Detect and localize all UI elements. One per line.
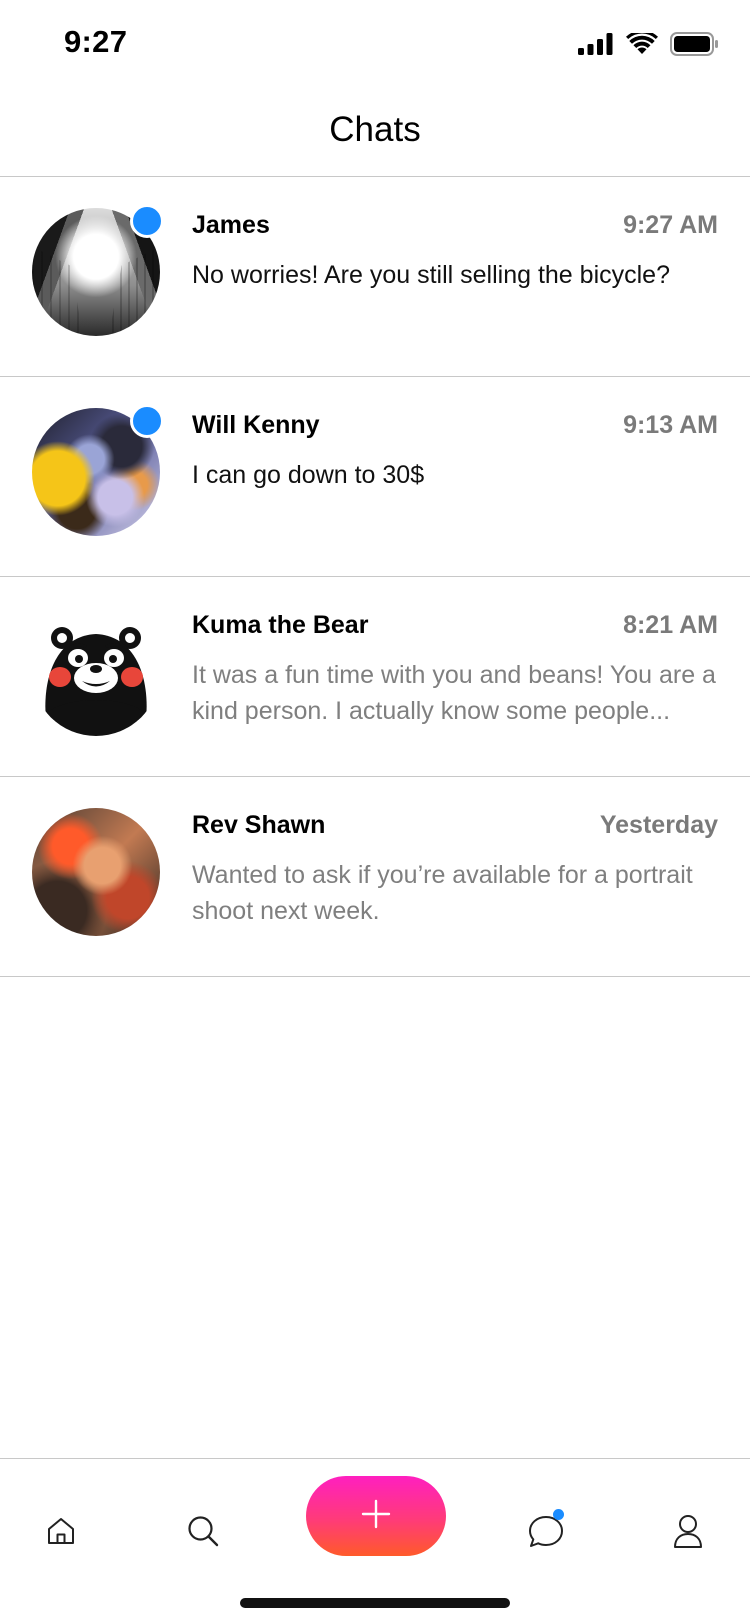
cellular-signal-icon [578, 33, 614, 60]
chat-row-will-kenny[interactable]: Will Kenny 9:13 AM I can go down to 30$ [0, 377, 750, 577]
chat-list: James 9:27 AM No worries! Are you still … [0, 177, 750, 977]
message-preview: No worries! Are you still selling the bi… [192, 261, 670, 289]
unread-indicator [130, 404, 164, 438]
tab-messages[interactable] [516, 1503, 576, 1563]
chats-screen: 9:27 Chats James 9:27 AM No worries! Are… [0, 0, 750, 1624]
contact-name: James [192, 211, 270, 239]
chat-row-kuma-the-bear[interactable]: Kuma the Bear 8:21 AM It was a fun time … [0, 577, 750, 777]
home-indicator[interactable] [240, 1598, 510, 1608]
new-post-button[interactable] [306, 1476, 446, 1556]
avatar-container [32, 204, 164, 336]
home-icon [45, 1515, 77, 1552]
message-timestamp: 9:13 AM [623, 411, 718, 439]
contact-name: Will Kenny [192, 411, 320, 439]
chat-row-rev-shawn[interactable]: Rev Shawn Yesterday Wanted to ask if you… [0, 777, 750, 977]
message-timestamp: 8:21 AM [623, 611, 718, 639]
message-timestamp: 9:27 AM [623, 211, 718, 239]
unread-indicator [130, 204, 164, 238]
wifi-icon [626, 30, 658, 60]
avatar [32, 808, 160, 936]
bear-illustration [44, 627, 148, 736]
status-bar: 9:27 [0, 0, 750, 90]
person-icon [673, 1514, 703, 1553]
message-timestamp: Yesterday [599, 811, 718, 839]
tab-search[interactable] [173, 1503, 233, 1563]
status-icons [578, 30, 718, 61]
message-preview: I can go down to 30$ [192, 461, 425, 489]
tab-profile[interactable] [658, 1503, 718, 1563]
avatar-container [32, 404, 164, 536]
search-icon [186, 1514, 220, 1553]
avatar-container [32, 808, 160, 936]
new-message-badge [553, 1509, 564, 1520]
status-time: 9:27 [64, 24, 128, 59]
contact-name: Kuma the Bear [192, 611, 369, 639]
navigation-header: Chats [0, 90, 750, 177]
avatar-container [32, 608, 160, 736]
plus-icon [361, 1499, 391, 1534]
message-preview: It was a fun time with you and beans! Yo… [192, 661, 716, 725]
battery-icon [670, 32, 718, 61]
contact-name: Rev Shawn [192, 811, 326, 839]
page-title: Chats [329, 110, 421, 149]
chat-row-james[interactable]: James 9:27 AM No worries! Are you still … [0, 177, 750, 377]
avatar [32, 608, 160, 736]
tab-home[interactable] [31, 1503, 91, 1563]
message-preview: Wanted to ask if you’re available for a … [192, 861, 693, 925]
